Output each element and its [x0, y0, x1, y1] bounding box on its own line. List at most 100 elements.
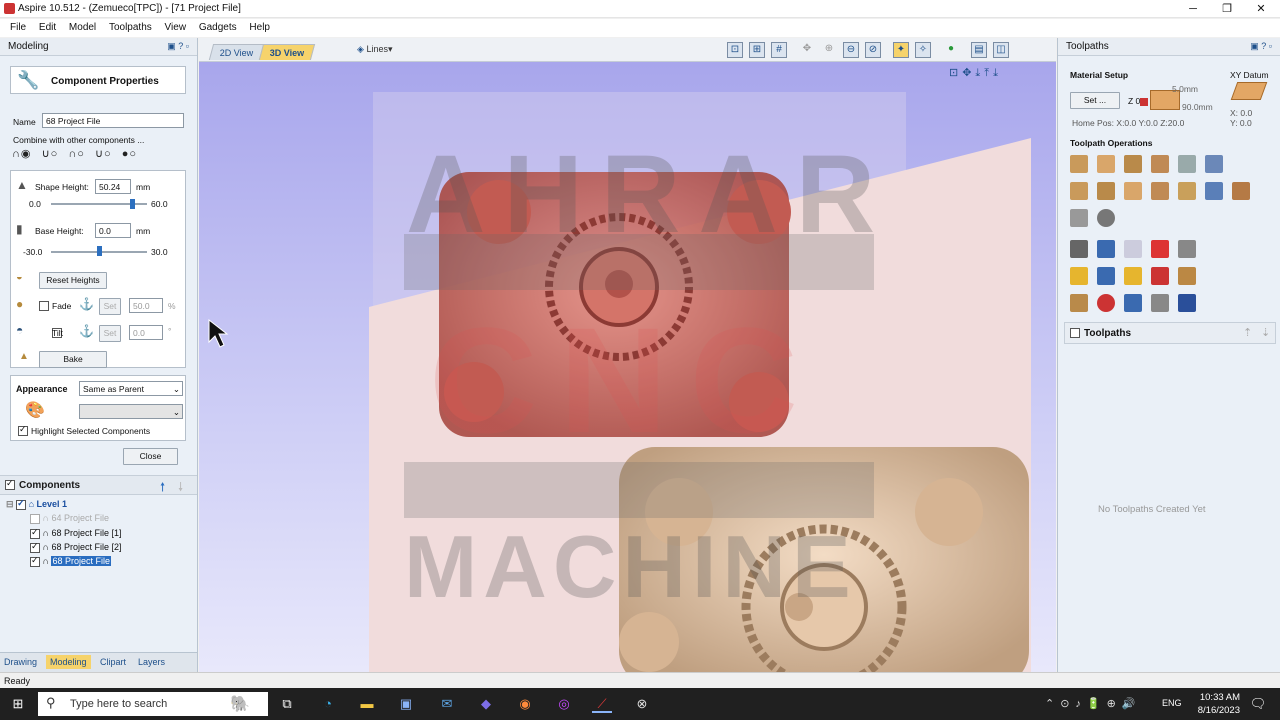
tree-row-item[interactable]: ∩ 68 Project File [2]: [30, 541, 122, 553]
edge-icon[interactable]: ◔: [318, 695, 338, 713]
edit-toolpath-icon[interactable]: [1097, 240, 1115, 258]
tool-database-icon[interactable]: [1070, 240, 1088, 258]
fade-anchor-icon[interactable]: ⚓: [79, 297, 94, 311]
reset-heights-button[interactable]: Reset Heights: [39, 272, 107, 289]
tab-clipart[interactable]: Clipart: [100, 657, 126, 667]
close-button[interactable]: ✕: [1244, 0, 1278, 18]
save-toolpath-icon[interactable]: [1178, 294, 1196, 312]
menu-gadgets[interactable]: Gadgets: [194, 19, 242, 36]
shape-height-input[interactable]: 50.24: [95, 179, 131, 194]
settings-icon[interactable]: [1151, 294, 1169, 312]
layout-icon[interactable]: ▤: [971, 42, 987, 58]
shape-height-thumb[interactable]: [129, 199, 135, 209]
add-mode-icon[interactable]: ∩◉: [12, 148, 32, 160]
tree-row-item[interactable]: ∩ 68 Project File [1]: [30, 527, 122, 539]
zoom-fit-icon[interactable]: ⊘: [865, 42, 881, 58]
components-visible-checkbox[interactable]: [5, 478, 15, 491]
palette-icon[interactable]: 🎨: [25, 400, 45, 420]
pocket-toolpath-icon[interactable]: [1097, 155, 1115, 173]
maximize-button[interactable]: ❐: [1210, 0, 1244, 18]
base-height-thumb[interactable]: [97, 246, 102, 256]
preview-sphere-icon[interactable]: [1097, 209, 1115, 227]
panel-pin-icon[interactable]: ▣ ? ▫: [1250, 41, 1272, 52]
merge-toolpath-icon[interactable]: [1097, 267, 1115, 285]
file-explorer-icon[interactable]: ▬: [357, 695, 377, 713]
material-set-button[interactable]: Set ...: [1070, 92, 1120, 109]
zoom-extents-icon[interactable]: ⊡: [727, 42, 743, 58]
tree-row-selected[interactable]: ∩ 68 Project File: [30, 555, 112, 567]
tab-layers[interactable]: Layers: [138, 657, 165, 667]
profile-toolpath-icon[interactable]: [1070, 155, 1088, 173]
panel-pin-icon[interactable]: ▣ ? ▫: [167, 41, 189, 52]
clock-date[interactable]: 8/16/2023: [1188, 705, 1240, 716]
tab-drawing[interactable]: Drawing: [4, 657, 37, 667]
tab-2d-view[interactable]: 2D View: [208, 44, 265, 60]
windows-start-icon[interactable]: ⊞: [8, 695, 28, 713]
close-properties-button[interactable]: Close: [123, 448, 178, 465]
menu-help[interactable]: Help: [244, 19, 275, 36]
split-icon[interactable]: ◫: [993, 42, 1009, 58]
lines-dropdown[interactable]: ◈ Lines▾: [357, 44, 392, 55]
low-mode-icon[interactable]: ∪○: [95, 148, 112, 160]
texture-toolpath-icon[interactable]: [1151, 182, 1169, 200]
3d-finishing-icon[interactable]: [1205, 182, 1223, 200]
system-tray-icons[interactable]: ⌃⊙♪🔋⊕🔊: [1045, 697, 1142, 710]
render-icon[interactable]: ●: [943, 42, 959, 58]
vcarve-toolpath-icon[interactable]: [1151, 155, 1169, 173]
mail-icon[interactable]: ✉: [437, 695, 457, 713]
grid-icon[interactable]: #: [771, 42, 787, 58]
app-icon-purple[interactable]: ◎: [554, 695, 574, 713]
appearance-material-select[interactable]: ⌄: [79, 404, 183, 419]
calculator-icon[interactable]: [1178, 240, 1196, 258]
move-down-icon[interactable]: ⇣: [1261, 326, 1270, 339]
zoom-out-icon[interactable]: ⊖: [843, 42, 859, 58]
fluting-toolpath-icon[interactable]: [1070, 182, 1088, 200]
fade-set-button[interactable]: Set: [99, 298, 121, 315]
multiply-mode-icon[interactable]: ●○: [122, 148, 137, 160]
task-view-icon[interactable]: ⧉: [277, 695, 297, 713]
preview-toolpath-icon[interactable]: [1070, 267, 1088, 285]
fade-checkbox[interactable]: [39, 301, 49, 312]
tilt-anchor-icon[interactable]: ⚓: [79, 324, 94, 338]
name-field[interactable]: 68 Project File: [42, 113, 184, 128]
inlay-toolpath-icon[interactable]: [1205, 155, 1223, 173]
menu-model[interactable]: Model: [64, 19, 101, 36]
pan-icon[interactable]: ✥: [799, 42, 815, 58]
toolpaths-visible-checkbox[interactable]: [1070, 328, 1080, 339]
taskbar-search[interactable]: ⚲ Type here to search 🐘: [38, 692, 268, 716]
prism-toolpath-icon[interactable]: [1097, 182, 1115, 200]
tab-modeling[interactable]: Modeling: [46, 655, 91, 669]
notifications-icon[interactable]: 🗨: [1248, 695, 1268, 713]
3d-viewport[interactable]: AHRAR CNC MACHINE ⊡✥⤓⤒⤓: [199, 62, 1056, 672]
material-preview-icon[interactable]: [1178, 267, 1196, 285]
view-orientation-icons[interactable]: ⊡✥⤓⤒⤓: [949, 66, 1002, 80]
app-icon-vs[interactable]: ◆: [476, 695, 496, 713]
templates-icon[interactable]: [1124, 240, 1142, 258]
tilt-set-button[interactable]: Set: [99, 325, 121, 342]
transform-icon[interactable]: ✧: [915, 42, 931, 58]
setup-sheet-icon[interactable]: [1124, 294, 1142, 312]
menu-view[interactable]: View: [160, 19, 192, 36]
firefox-icon[interactable]: ◉: [515, 695, 535, 713]
base-height-input[interactable]: 0.0: [95, 223, 131, 238]
subtract-mode-icon[interactable]: ∪○: [42, 148, 59, 160]
tree-row-level[interactable]: ⊟ ⌂ Level 1: [6, 498, 67, 510]
tilt-value-input[interactable]: 0.0: [129, 325, 163, 340]
moulding-toolpath-icon[interactable]: [1124, 182, 1142, 200]
menu-toolpaths[interactable]: Toolpaths: [104, 19, 157, 36]
3d-roughing-icon[interactable]: [1178, 182, 1196, 200]
3d-profile-icon[interactable]: [1232, 182, 1250, 200]
menu-file[interactable]: File: [5, 19, 31, 36]
drilling-toolpath-icon[interactable]: [1124, 155, 1142, 173]
wrapped-toolpath-icon[interactable]: [1070, 209, 1088, 227]
merge-mode-icon[interactable]: ∩○: [68, 148, 85, 160]
menu-edit[interactable]: Edit: [34, 19, 61, 36]
minimize-button[interactable]: ─: [1176, 0, 1210, 18]
bake-button[interactable]: Bake: [39, 351, 107, 368]
visible-toolpath-icon[interactable]: [1124, 267, 1142, 285]
move-up-icon[interactable]: ⇡: [1243, 326, 1252, 339]
time-estimate-icon[interactable]: [1097, 294, 1115, 312]
zoom-in-icon[interactable]: ⊕: [821, 42, 837, 58]
select-icon[interactable]: ✦: [893, 42, 909, 58]
recalculate-icon[interactable]: [1151, 267, 1169, 285]
